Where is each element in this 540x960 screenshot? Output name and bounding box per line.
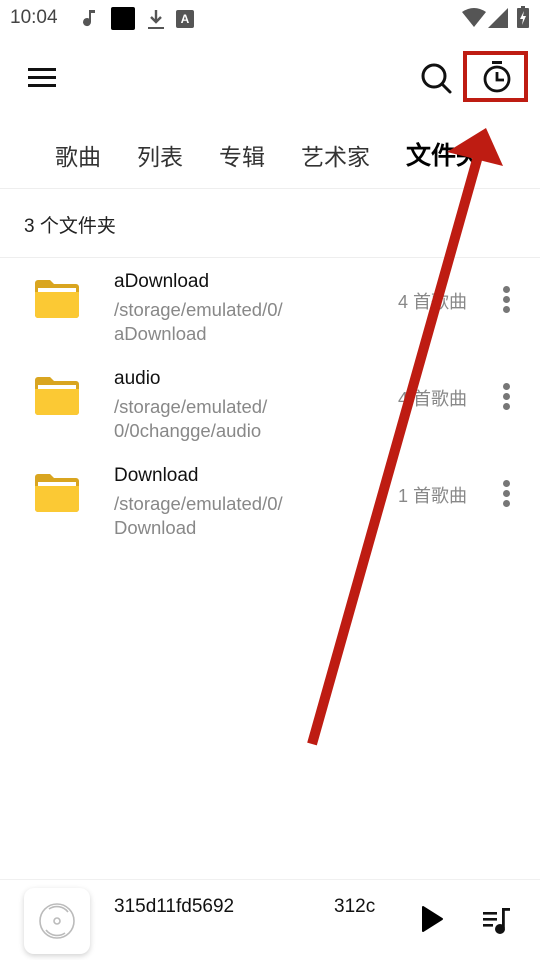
download-icon [148, 10, 164, 29]
tab-songs[interactable]: 歌曲 [55, 138, 101, 172]
folder-name: audio [114, 368, 161, 389]
more-options-icon[interactable] [496, 382, 518, 410]
cellular-signal-icon [488, 8, 508, 28]
tab-bar: 歌曲 列表 专辑 艺术家 文件夹 [0, 132, 540, 180]
font-a-icon: A [176, 10, 194, 28]
folder-icon [35, 280, 79, 318]
folder-list-item[interactable]: audio /storage/emulated/ 0/0changge/audi… [0, 356, 540, 453]
folder-path: /storage/emulated/0/ Download [114, 492, 324, 540]
play-icon[interactable] [418, 904, 446, 934]
song-count: 4 首歌曲 [398, 389, 468, 409]
folder-path: /storage/emulated/0/ aDownload [114, 298, 324, 346]
tab-playlists[interactable]: 列表 [137, 138, 183, 172]
folder-list-item[interactable]: Download /storage/emulated/0/ Download 1… [0, 453, 540, 550]
track-title: 315d11fd5692 [114, 896, 235, 917]
wifi-icon [462, 8, 486, 27]
disc-icon [39, 903, 75, 939]
more-options-icon[interactable] [496, 285, 518, 313]
folder-path: /storage/emulated/ 0/0changge/audio [114, 395, 324, 443]
svg-text:A: A [181, 12, 190, 26]
folder-path-line: aDownload [114, 323, 207, 344]
status-bar: 10:04 A [0, 0, 540, 36]
tab-folders[interactable]: 文件夹 [406, 136, 481, 172]
queue-music-icon[interactable] [480, 904, 514, 938]
folder-icon [35, 377, 79, 415]
more-options-icon[interactable] [496, 479, 518, 507]
folder-list-item[interactable]: aDownload /storage/emulated/0/ aDownload… [0, 259, 540, 356]
music-note-icon [83, 10, 95, 27]
folder-name: Download [114, 465, 199, 486]
tab-albums[interactable]: 专辑 [219, 138, 265, 172]
album-art[interactable] [24, 888, 90, 954]
app-bar [0, 36, 540, 120]
track-subtitle: 312c [334, 896, 376, 917]
song-count: 1 首歌曲 [398, 486, 468, 506]
divider [0, 188, 540, 189]
folder-path-line: /storage/emulated/ [114, 396, 268, 417]
folder-name: aDownload [114, 271, 210, 292]
folder-path-line: /storage/emulated/0/ [114, 299, 283, 320]
song-count: 4 首歌曲 [398, 292, 468, 312]
now-playing-bar[interactable]: 315d11fd5692 312c [0, 879, 540, 960]
folder-path-line: Download [114, 517, 197, 538]
tab-artists[interactable]: 艺术家 [301, 138, 370, 172]
folder-path-line: /storage/emulated/0/ [114, 493, 283, 514]
divider [0, 257, 540, 258]
search-icon[interactable] [418, 60, 454, 96]
hamburger-menu-icon[interactable] [26, 66, 58, 90]
battery-charging-icon [517, 6, 529, 28]
black-square-icon [111, 7, 135, 30]
folder-icon [35, 474, 79, 512]
folder-path-line: 0/0changge/audio [114, 420, 262, 441]
folder-count-label: 3 个文件夹 [24, 216, 116, 237]
status-time: 10:04 [10, 7, 58, 28]
sleep-timer-icon[interactable] [478, 58, 516, 96]
